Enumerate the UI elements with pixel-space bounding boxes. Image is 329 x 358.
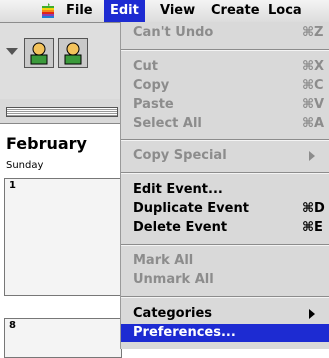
window-drag-handle[interactable] <box>6 107 118 117</box>
menu-separator <box>121 172 329 174</box>
day-number: 8 <box>9 320 16 331</box>
menu-item-duplicate-event[interactable]: Duplicate Event ⌘D <box>121 200 329 218</box>
menu-item-undo[interactable]: Can't Undo ⌘Z <box>121 24 329 42</box>
submenu-arrow-icon <box>309 309 315 319</box>
menu-separator <box>121 296 329 298</box>
submenu-arrow-icon <box>309 151 315 161</box>
menu-bar: File Edit View Create Loca <box>0 0 329 23</box>
menu-item-cut[interactable]: Cut ⌘X <box>121 58 329 76</box>
day-header-sunday: Sunday <box>6 160 44 171</box>
month-title: February <box>6 134 87 153</box>
menu-item-select-all[interactable]: Select All ⌘A <box>121 115 329 133</box>
menu-file[interactable]: File <box>60 0 99 22</box>
toolbar-collapse-arrow-icon[interactable] <box>6 48 18 55</box>
apple-logo-icon[interactable] <box>40 3 56 19</box>
menu-separator <box>121 139 329 141</box>
menu-separator <box>121 244 329 246</box>
day-number: 1 <box>9 180 16 191</box>
person-icon <box>64 42 82 65</box>
menu-view[interactable]: View <box>154 0 201 22</box>
calendar-day-cell[interactable]: 8 <box>4 318 122 358</box>
menu-item-delete-event[interactable]: Delete Event ⌘E <box>121 219 329 237</box>
menu-item-copy-special[interactable]: Copy Special <box>121 147 329 165</box>
calendar-day-cell[interactable]: 1 <box>4 178 122 296</box>
menu-item-paste[interactable]: Paste ⌘V <box>121 96 329 114</box>
person-icon <box>30 42 48 65</box>
menu-item-copy[interactable]: Copy ⌘C <box>121 77 329 95</box>
menu-item-edit-event[interactable]: Edit Event... <box>121 181 329 199</box>
menu-item-preferences[interactable]: Preferences... <box>121 324 329 342</box>
menu-location[interactable]: Loca <box>262 0 308 22</box>
menu-item-categories[interactable]: Categories <box>121 305 329 323</box>
menu-separator <box>121 49 329 51</box>
menu-item-unmark-all[interactable]: Unmark All <box>121 271 329 289</box>
toolbar-button-2[interactable] <box>58 38 88 68</box>
menu-item-mark-all[interactable]: Mark All <box>121 252 329 270</box>
menu-edit[interactable]: Edit <box>104 0 145 22</box>
new-contact-button[interactable] <box>24 38 54 68</box>
menu-create[interactable]: Create <box>205 0 266 22</box>
edit-menu-dropdown: Can't Undo ⌘Z Cut ⌘X Copy ⌘C Paste ⌘V Se… <box>120 22 329 349</box>
